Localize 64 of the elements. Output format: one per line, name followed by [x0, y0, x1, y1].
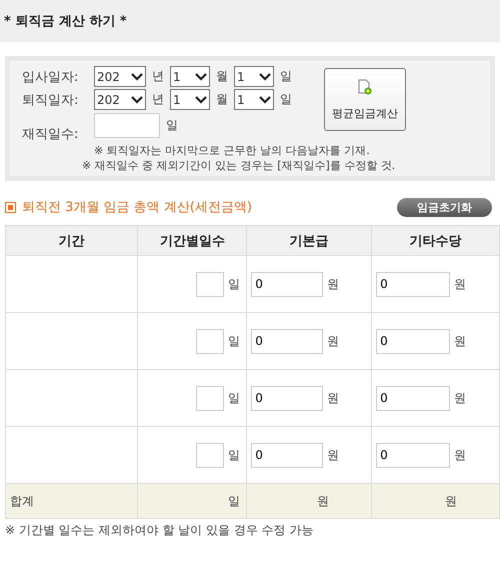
page-title: * 퇴직금 계산 하기 * — [4, 13, 127, 30]
unit-label: 원 — [445, 494, 457, 508]
column-header: 기간별일수 — [138, 226, 247, 256]
unit-label: 일 — [228, 390, 240, 406]
unit-label: 원 — [454, 390, 466, 406]
column-header: 기본급 — [246, 226, 372, 256]
unit-label: 원 — [317, 494, 330, 508]
note-text: ※ 퇴직일자는 마지막으로 근무한 날의 다음날자를 기재. — [93, 143, 371, 158]
days-input[interactable] — [196, 386, 224, 410]
unit-label: 년 — [152, 91, 164, 108]
amount-input[interactable]: 0 — [251, 328, 324, 354]
field-label: 퇴직일자: — [22, 92, 80, 108]
amount-input[interactable]: 0 — [376, 328, 450, 354]
chevron-down-icon — [195, 96, 207, 104]
days-input[interactable] — [196, 442, 224, 468]
unit-label: 년 — [152, 68, 164, 85]
chevron-down-icon — [259, 72, 271, 80]
section-title: 퇴직전 3개월 임금 총액 계산(세전금액) — [22, 199, 252, 216]
unit-label: 일 — [280, 68, 292, 85]
date-select[interactable]: 202 — [94, 89, 146, 110]
column-header: 기타수당 — [372, 226, 500, 256]
amount-input[interactable]: 0 — [376, 386, 450, 410]
unit-label: 일 — [166, 117, 178, 134]
chevron-down-icon — [131, 96, 143, 104]
unit-label: 일 — [228, 276, 240, 292]
add-document-icon — [358, 78, 372, 94]
chevron-down-icon — [195, 72, 207, 80]
chevron-down-icon — [259, 96, 271, 104]
total-label: 합계 — [10, 494, 34, 508]
unit-label: 원 — [327, 332, 340, 350]
square-bullet-icon — [5, 202, 16, 212]
unit-label: 원 — [327, 390, 340, 406]
unit-label: 일 — [228, 494, 240, 508]
date-select[interactable]: 1 — [170, 66, 210, 87]
amount-input[interactable]: 0 — [376, 272, 450, 296]
date-select[interactable]: 1 — [234, 89, 274, 110]
footnote: ※ 기간별 일수는 제외하여야 할 날이 있을 경우 수정 가능 — [5, 522, 314, 539]
note-text: ※ 재직일수 중 제외기간이 있는 경우는 [재직일수]를 수정할 것. — [81, 158, 396, 173]
field-label: 재직일수: — [22, 126, 80, 143]
days-input[interactable] — [196, 272, 224, 296]
days-input[interactable] — [94, 113, 160, 138]
unit-label: 원 — [454, 446, 466, 464]
amount-input[interactable]: 0 — [376, 442, 450, 468]
amount-input[interactable]: 0 — [251, 386, 324, 410]
date-select[interactable]: 202 — [94, 66, 146, 87]
unit-label: 월 — [216, 68, 228, 85]
unit-label: 일 — [228, 446, 240, 464]
days-input[interactable] — [196, 328, 224, 354]
unit-label: 원 — [327, 276, 340, 292]
date-select[interactable]: 1 — [234, 66, 274, 87]
unit-label: 원 — [454, 332, 466, 350]
unit-label: 월 — [216, 91, 228, 108]
unit-label: 원 — [454, 276, 466, 292]
date-select[interactable]: 1 — [170, 89, 210, 110]
column-header: 기간 — [6, 226, 138, 256]
field-label: 입사일자: — [22, 68, 80, 86]
amount-input[interactable]: 0 — [251, 442, 324, 468]
chevron-down-icon — [131, 72, 143, 80]
unit-label: 일 — [228, 332, 240, 350]
calculate-button[interactable]: 평균임금계산 — [324, 68, 406, 131]
unit-label: 일 — [280, 91, 292, 108]
unit-label: 원 — [327, 446, 340, 464]
reset-button[interactable]: 임금초기화 — [397, 198, 492, 216]
amount-input[interactable]: 0 — [251, 272, 324, 296]
